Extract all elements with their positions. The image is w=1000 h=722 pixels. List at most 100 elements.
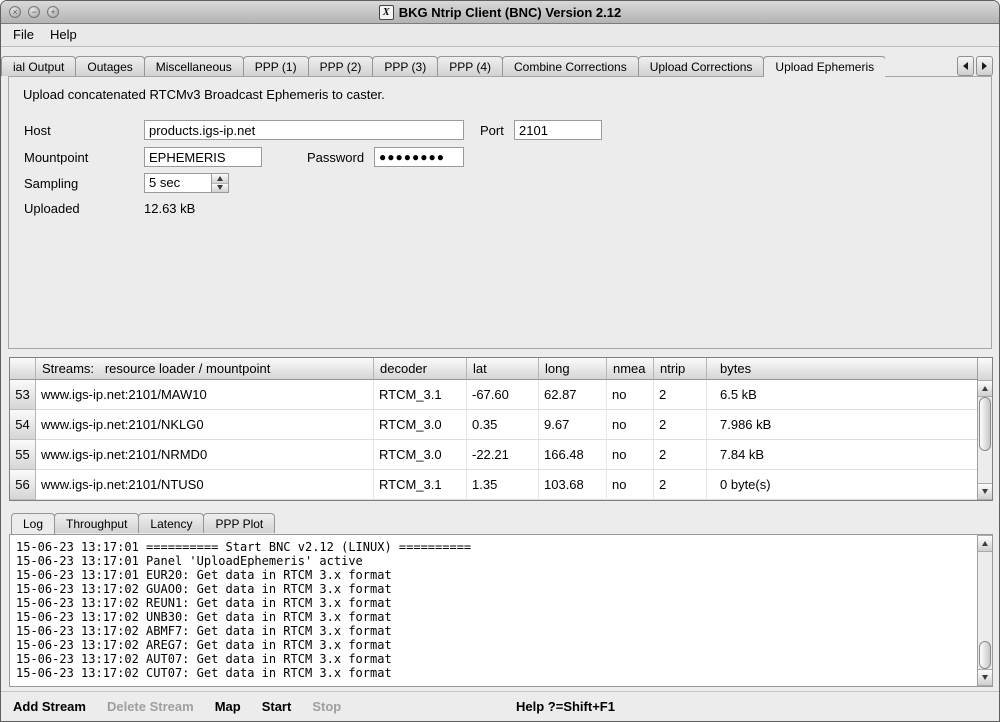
scrollbar-thumb[interactable] [979, 397, 991, 451]
log-line: 15-06-23 13:17:02 AREG7: Get data in RTC… [16, 638, 974, 652]
tab-ppp-2[interactable]: PPP (2) [308, 56, 374, 76]
title-bar: × − + X BKG Ntrip Client (BNC) Version 2… [1, 1, 999, 24]
log-scrollbar-thumb[interactable] [979, 641, 991, 669]
tab-ppp-1[interactable]: PPP (1) [243, 56, 309, 76]
column-header[interactable]: nmea [607, 358, 654, 380]
tab-throughput[interactable]: Throughput [54, 513, 139, 533]
menu-bar: FileHelp [1, 24, 999, 47]
tab-scroll-right-icon [982, 62, 987, 70]
host-input[interactable] [144, 120, 464, 140]
spinbox-up-button[interactable] [212, 174, 228, 184]
cell: 7.986 kB [707, 410, 992, 440]
uploaded-value: 12.63 kB [144, 201, 195, 216]
tab-miscellaneous[interactable]: Miscellaneous [144, 56, 244, 76]
tab-scroll-left-icon [963, 62, 968, 70]
scroll-down-button[interactable] [978, 483, 992, 500]
cell: no [607, 470, 654, 500]
menu-help[interactable]: Help [42, 24, 85, 46]
cell: RTCM_3.0 [374, 410, 467, 440]
top-tab-row: ial OutputOutagesMiscellaneousPPP (1)PPP… [1, 56, 1000, 77]
tab-upload-ephemeris[interactable]: Upload Ephemeris [763, 56, 885, 77]
cell: no [607, 380, 654, 410]
tab-outages[interactable]: Outages [75, 56, 144, 76]
cell: 103.68 [539, 470, 607, 500]
sampling-value: 5 sec [145, 174, 211, 192]
tab-latency[interactable]: Latency [138, 513, 204, 533]
map-button[interactable]: Map [215, 699, 241, 714]
add-stream-button[interactable]: Add Stream [13, 699, 86, 714]
cell: 0 byte(s) [707, 470, 992, 500]
scroll-down-icon [982, 489, 988, 494]
streams-table: Streams: resource loader / mountpointdec… [9, 357, 993, 501]
start-button[interactable]: Start [262, 699, 292, 714]
log-output: 15-06-23 13:17:01 ========== Start BNC v… [16, 540, 974, 684]
menu-file[interactable]: File [5, 24, 42, 46]
row-number: 54 [10, 410, 36, 440]
password-input[interactable] [374, 147, 464, 167]
sampling-spinbox[interactable]: 5 sec [144, 173, 229, 193]
cell: 2 [654, 380, 707, 410]
table-row[interactable]: 56www.igs-ip.net:2101/NTUS0RTCM_3.11.351… [10, 470, 992, 500]
tab-upload-corrections[interactable]: Upload Corrections [638, 56, 765, 76]
tab-ppp-3[interactable]: PPP (3) [372, 56, 438, 76]
column-header[interactable]: ntrip [654, 358, 707, 380]
tab-scroll-left-button[interactable] [957, 56, 974, 76]
cell: RTCM_3.1 [374, 470, 467, 500]
row-number: 56 [10, 470, 36, 500]
mountpoint-input[interactable] [144, 147, 262, 167]
table-row[interactable]: 54www.igs-ip.net:2101/NKLG0RTCM_3.00.359… [10, 410, 992, 440]
log-pane: 15-06-23 13:17:01 ========== Start BNC v… [9, 534, 993, 687]
streams-scrollbar[interactable] [977, 358, 992, 500]
close-icon[interactable]: × [9, 6, 21, 18]
scroll-up-button[interactable] [978, 380, 992, 397]
x11-app-icon: X [379, 5, 394, 20]
column-header[interactable]: long [539, 358, 607, 380]
log-line: 15-06-23 13:17:02 AUT07: Get data in RTC… [16, 652, 974, 666]
scroll-down-icon [982, 675, 988, 680]
spinbox-down-button[interactable] [212, 184, 228, 193]
bottom-tab-bar: LogThroughputLatencyPPP Plot [11, 513, 274, 534]
cell: www.igs-ip.net:2101/NKLG0 [36, 410, 374, 440]
table-row[interactable]: 55www.igs-ip.net:2101/NRMD0RTCM_3.0-22.2… [10, 440, 992, 470]
tab-ppp-plot[interactable]: PPP Plot [203, 513, 275, 533]
cell: RTCM_3.1 [374, 380, 467, 410]
app-window: × − + X BKG Ntrip Client (BNC) Version 2… [0, 0, 1000, 722]
tab-ppp-4[interactable]: PPP (4) [437, 56, 503, 76]
row-number: 55 [10, 440, 36, 470]
column-header[interactable]: decoder [374, 358, 467, 380]
zoom-icon[interactable]: + [47, 6, 59, 18]
status-actions: Add Stream Delete Stream Map Start Stop [13, 699, 362, 714]
tab-scroll-right-button[interactable] [976, 56, 993, 76]
log-line: 15-06-23 13:17:02 GUAO0: Get data in RTC… [16, 582, 974, 596]
row-number: 53 [10, 380, 36, 410]
delete-stream-button: Delete Stream [107, 699, 194, 714]
cell: www.igs-ip.net:2101/NTUS0 [36, 470, 374, 500]
cell: no [607, 410, 654, 440]
log-line: 15-06-23 13:17:02 CUT07: Get data in RTC… [16, 666, 974, 680]
tab-combine-corrections[interactable]: Combine Corrections [502, 56, 639, 76]
log-scrollbar[interactable] [977, 535, 992, 686]
window-controls: × − + [9, 6, 59, 18]
port-input[interactable] [514, 120, 602, 140]
cell: no [607, 440, 654, 470]
help-shortcut-label: Help ?=Shift+F1 [516, 699, 615, 714]
cell: www.igs-ip.net:2101/NRMD0 [36, 440, 374, 470]
stop-button: Stop [312, 699, 341, 714]
log-line: 15-06-23 13:17:01 Panel 'UploadEphemeris… [16, 554, 974, 568]
log-line: 15-06-23 13:17:02 ABMF7: Get data in RTC… [16, 624, 974, 638]
cell: 0.35 [467, 410, 539, 440]
panel-description: Upload concatenated RTCMv3 Broadcast Eph… [23, 87, 385, 102]
column-header[interactable]: Streams: resource loader / mountpoint [36, 358, 374, 380]
column-header[interactable]: bytes [707, 358, 992, 380]
column-header[interactable]: lat [467, 358, 539, 380]
cell: 2 [654, 440, 707, 470]
status-bar: Add Stream Delete Stream Map Start Stop Help… [1, 691, 1000, 721]
tab-ial-output[interactable]: ial Output [1, 56, 76, 76]
top-tab-bar: ial OutputOutagesMiscellaneousPPP (1)PPP… [1, 56, 885, 77]
log-scroll-down-button[interactable] [978, 669, 992, 686]
tab-log[interactable]: Log [11, 513, 55, 534]
minimize-icon[interactable]: − [28, 6, 40, 18]
table-row[interactable]: 53www.igs-ip.net:2101/MAW10RTCM_3.1-67.6… [10, 380, 992, 410]
host-label: Host [24, 123, 51, 139]
log-scroll-up-button[interactable] [978, 535, 992, 552]
